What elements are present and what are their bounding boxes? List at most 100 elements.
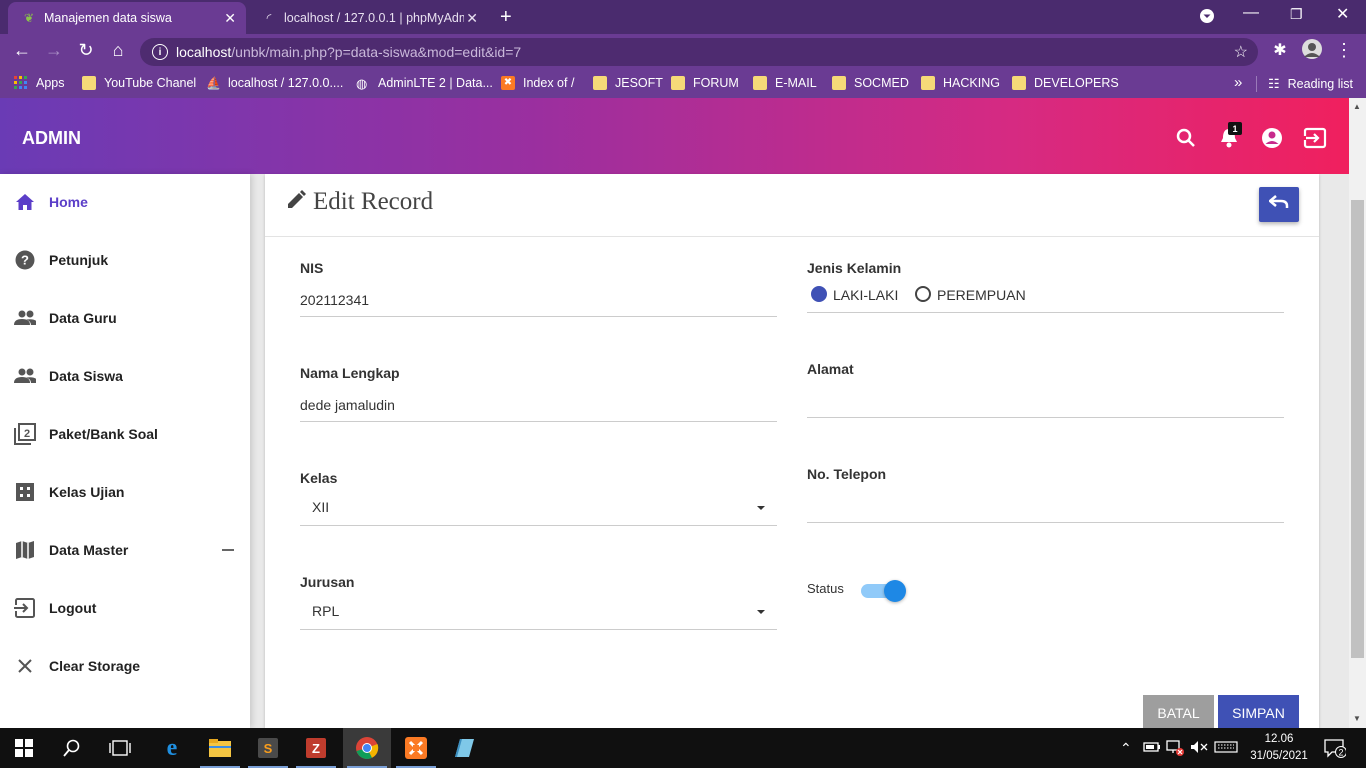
edge-browser-icon[interactable]: e (148, 728, 196, 768)
sidebar-item-data-guru[interactable]: Data Guru (0, 298, 250, 338)
sidebar-item-label: Petunjuk (49, 252, 109, 268)
undo-back-button[interactable] (1259, 187, 1299, 222)
start-windows-icon[interactable] (0, 728, 48, 768)
sidebar-item-label: Home (49, 194, 88, 210)
sidebar-item-data-siswa[interactable]: Data Siswa (0, 356, 250, 396)
scroll-up-icon[interactable]: ▲ (1353, 102, 1361, 111)
sublime-text-icon[interactable]: S (244, 728, 292, 768)
page-scrollbar-thumb[interactable] (1351, 200, 1364, 658)
browser-toolbar: ← → ↻ ⌂ i localhost /unbk/main.php?p=dat… (0, 34, 1366, 70)
sidebar-item-petunjuk[interactable]: ? Petunjuk (0, 240, 250, 280)
bookmark-phpmyadmin[interactable]: ⛵ localhost / 127.0.0.... (206, 76, 343, 90)
laki-laki-radio[interactable] (811, 286, 827, 302)
tab-manajemen-data-siswa[interactable]: ❦ Manajemen data siswa ✕ (8, 2, 246, 34)
close-tab-icon[interactable]: ✕ (466, 10, 478, 27)
search-taskbar-icon[interactable] (48, 728, 96, 768)
tab-title: localhost / 127.0.0.1 | phpMyAdm (284, 11, 464, 25)
home-browser-icon[interactable]: ⌂ (106, 40, 130, 61)
bookmark-email[interactable]: E-MAIL (753, 76, 817, 90)
taskbar-clock[interactable]: 12.06 31/05/2021 (1248, 731, 1310, 765)
bookmark-apps[interactable]: Apps (14, 76, 65, 90)
sidebar-item-paket-bank-soal[interactable]: 2 Paket/Bank Soal (0, 414, 250, 454)
new-tab-icon[interactable]: + (500, 6, 512, 29)
perempuan-radio[interactable] (915, 286, 931, 302)
restore-icon[interactable]: ❐ (1290, 6, 1303, 23)
volume-muted-icon[interactable] (1190, 740, 1208, 757)
avatar[interactable] (1300, 38, 1324, 65)
notepad-icon[interactable] (440, 728, 488, 768)
sidebar-item-kelas-ujian[interactable]: Kelas Ujian (0, 472, 250, 512)
status-label: Status (807, 581, 844, 596)
battery-icon[interactable] (1143, 740, 1161, 757)
jurusan-label: Jurusan (300, 574, 355, 590)
back-icon[interactable]: ← (10, 40, 34, 61)
profile-menu-icon[interactable] (1199, 8, 1215, 29)
bookmarks-more-icon[interactable]: » (1234, 74, 1242, 91)
bookmark-star-icon[interactable]: ☆ (1234, 42, 1248, 62)
extensions-icon[interactable]: ✱ (1268, 40, 1292, 60)
kelas-dropdown-arrow-icon[interactable] (757, 506, 765, 510)
sidebar-item-data-master[interactable]: Data Master (0, 530, 250, 570)
sidebar-item-label: Data Master (49, 542, 129, 558)
search-icon[interactable] (1174, 126, 1198, 150)
sidebar-item-home[interactable]: Home (0, 182, 250, 222)
bookmark-label: Index of / (523, 76, 575, 90)
sidebar: Home ? Petunjuk Data Guru Data Siswa 2 P… (0, 174, 250, 728)
reload-icon[interactable]: ↻ (74, 40, 98, 61)
bookmark-index-of[interactable]: ✖ Index of / (501, 76, 574, 90)
laki-laki-label: LAKI-LAKI (833, 287, 899, 303)
task-view-icon[interactable] (96, 728, 144, 768)
url-path: /unbk/main.php?p=data-siswa&mod=edit&id=… (231, 44, 522, 60)
scroll-down-icon[interactable]: ▼ (1353, 714, 1361, 723)
perempuan-label: PEREMPUAN (937, 287, 1026, 303)
tab-phpmyadmin[interactable]: ◜ localhost / 127.0.0.1 | phpMyAdm ✕ (248, 2, 488, 34)
folder-icon (593, 76, 607, 90)
no-telepon-label: No. Telepon (807, 466, 887, 482)
folder-icon (82, 76, 96, 90)
bookmark-developers[interactable]: DEVELOPERS (1012, 76, 1119, 90)
reading-list-button[interactable]: ☷ Reading list (1268, 76, 1353, 92)
folder-icon (921, 76, 935, 90)
jurusan-dropdown-arrow-icon[interactable] (757, 610, 765, 614)
chrome-icon[interactable] (343, 728, 391, 768)
xampp-taskbar-icon[interactable] (392, 728, 440, 768)
globe-icon: ◍ (356, 76, 368, 91)
batal-button[interactable]: BATAL (1143, 695, 1214, 731)
nis-field[interactable]: 202112341 (300, 292, 369, 308)
notification-count-badge: 1 (1228, 122, 1242, 135)
bookmark-adminlte[interactable]: ◍ AdminLTE 2 | Data... (356, 76, 493, 91)
bookmark-hacking[interactable]: HACKING (921, 76, 1000, 90)
notification-count: 2 (1338, 748, 1343, 758)
sidebar-item-clear-storage[interactable]: Clear Storage (0, 646, 250, 686)
filezilla-icon[interactable]: Z (292, 728, 340, 768)
address-bar[interactable]: i localhost /unbk/main.php?p=data-siswa&… (140, 38, 1258, 66)
site-info-icon[interactable]: i (152, 44, 168, 60)
close-window-icon[interactable]: ✕ (1336, 4, 1349, 24)
jurusan-select[interactable]: RPL (312, 603, 339, 619)
bookmark-socmed[interactable]: SOCMED (832, 76, 909, 90)
bookmark-jesoft[interactable]: JESOFT (593, 76, 663, 90)
bookmark-forum[interactable]: FORUM (671, 76, 739, 90)
file-explorer-icon[interactable] (196, 728, 244, 768)
status-toggle-thumb[interactable] (884, 580, 906, 602)
minimize-icon[interactable]: — (1243, 4, 1259, 22)
kelas-select[interactable]: XII (312, 499, 329, 515)
keyboard-icon[interactable] (1214, 740, 1238, 756)
bookmark-youtube-chanel[interactable]: YouTube Chanel (82, 76, 196, 90)
action-center-icon[interactable]: 2 (1324, 738, 1347, 761)
map-icon (14, 539, 36, 561)
account-circle-icon[interactable] (1260, 126, 1284, 150)
show-hidden-icons-icon[interactable]: ⌃ (1120, 740, 1132, 757)
bookmark-label: AdminLTE 2 | Data... (378, 76, 493, 90)
simpan-button[interactable]: SIMPAN (1218, 695, 1299, 731)
network-icon[interactable] (1166, 740, 1184, 759)
sidebar-item-logout[interactable]: Logout (0, 588, 250, 628)
bookmark-label: JESOFT (615, 76, 663, 90)
forward-icon[interactable]: → (42, 40, 66, 61)
collapse-icon[interactable] (222, 549, 234, 551)
close-tab-icon[interactable]: ✕ (224, 10, 236, 27)
nama-lengkap-field[interactable]: dede jamaludin (300, 397, 395, 413)
kelas-label: Kelas (300, 470, 338, 486)
browser-menu-icon[interactable]: ⋮ (1332, 40, 1356, 61)
exit-app-icon[interactable] (1303, 126, 1327, 150)
